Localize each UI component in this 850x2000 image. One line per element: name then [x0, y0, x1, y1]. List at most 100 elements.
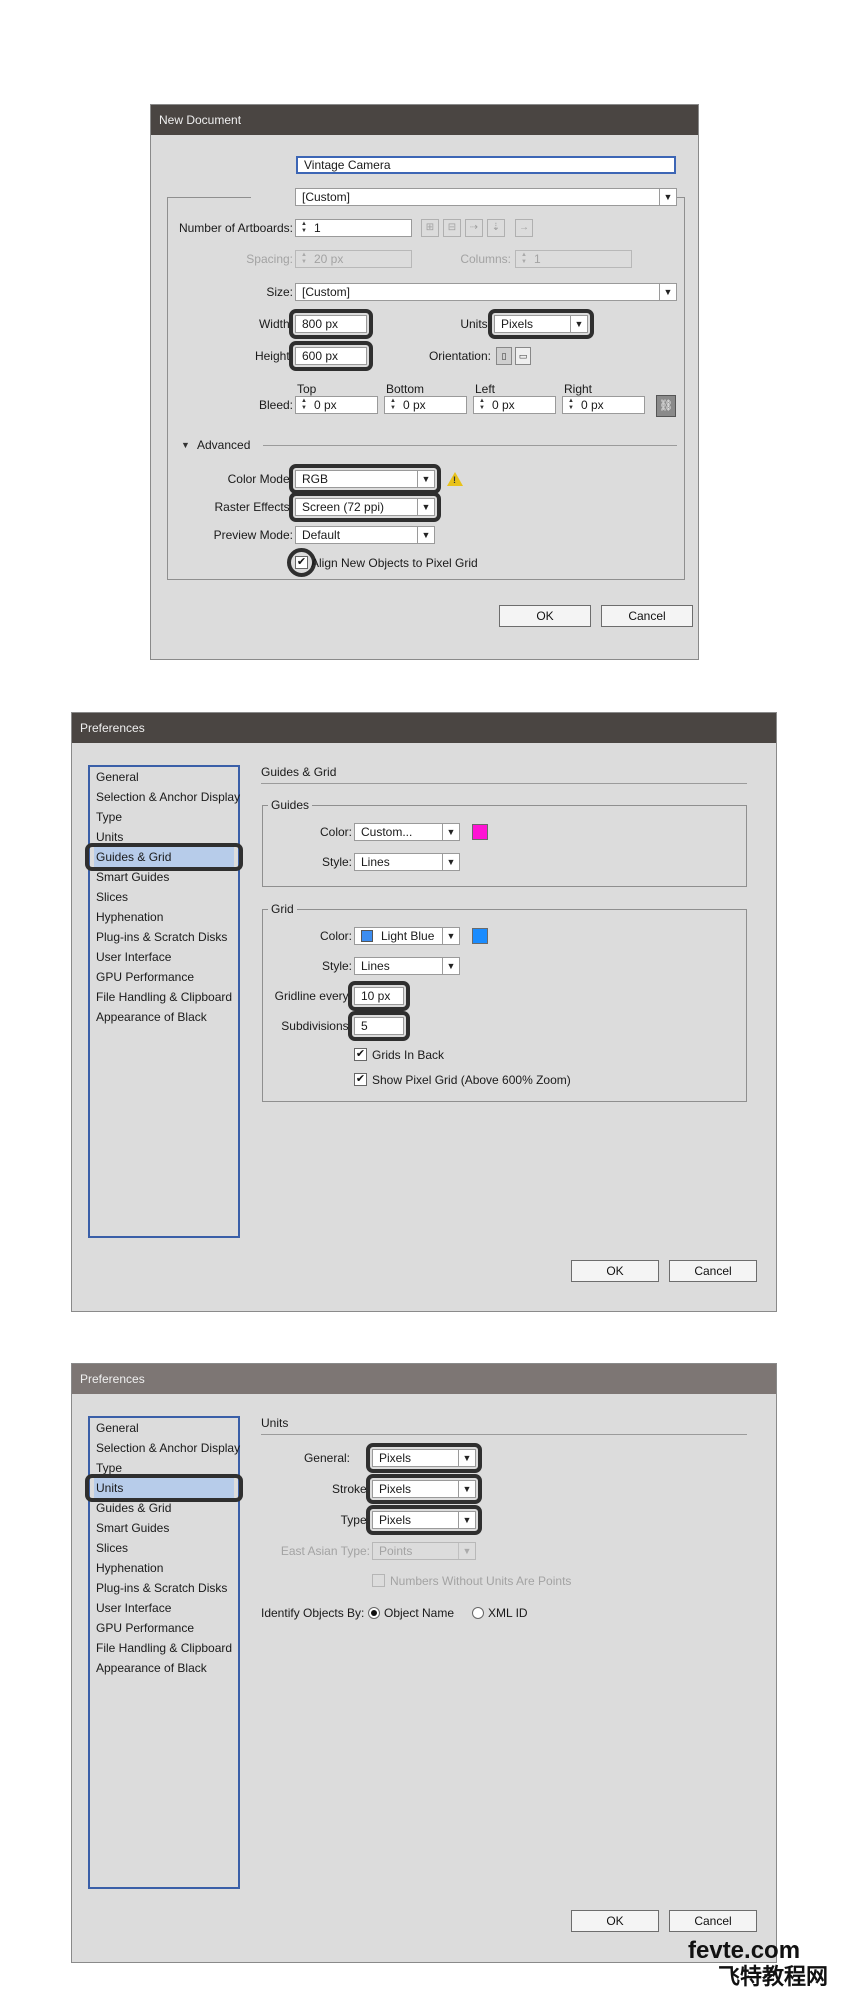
link-icon[interactable]: ⛓: [656, 395, 676, 417]
xml-id-radio[interactable]: [472, 1607, 484, 1619]
watermark-fevte-cn: 飞特教程网: [718, 1964, 829, 1989]
guides-color-swatch[interactable]: [472, 824, 488, 840]
highlight-subdivisions: [348, 1011, 410, 1041]
grids-in-back-checkbox[interactable]: ✔: [354, 1048, 367, 1061]
general-units-label: General:: [303, 1451, 350, 1465]
guides-group: [262, 805, 747, 887]
guides-style-value: Lines: [361, 855, 390, 869]
guides-color-select[interactable]: Custom... ▼: [354, 823, 460, 841]
highlight-gridline: [348, 981, 410, 1011]
bleed-left-value: 0 px: [492, 398, 515, 412]
stepper-icon[interactable]: ▲ ▼: [476, 398, 488, 412]
sidebar-item-gpu[interactable]: GPU Performance: [94, 1618, 234, 1638]
bleed-label: Bleed:: [258, 398, 293, 412]
new-document-dialog: New Document Name: Vintage Camera Profil…: [150, 104, 699, 660]
stepper-icon[interactable]: ▲ ▼: [298, 221, 310, 235]
artboards-label: Number of Artboards:: [178, 221, 293, 235]
bleed-right-input[interactable]: ▲ ▼ 0 px: [562, 396, 645, 414]
preferences-units-dialog: Preferences General Selection & Anchor D…: [71, 1363, 777, 1963]
pixel-grid-label: Show Pixel Grid (Above 600% Zoom): [372, 1073, 571, 1087]
landscape-icon[interactable]: ▭: [515, 347, 531, 365]
grid-by-column-icon: ⊟: [443, 219, 461, 237]
artboards-input[interactable]: ▲ ▼ 1: [295, 219, 412, 237]
east-asian-type-select[interactable]: Points ▼: [372, 1542, 476, 1560]
sidebar-item-selection[interactable]: Selection & Anchor Display: [94, 1438, 240, 1458]
sidebar-item-appearance-black[interactable]: Appearance of Black: [94, 1007, 234, 1027]
columns-input[interactable]: ▲ ▼ 1: [515, 250, 632, 268]
sidebar-item-slices[interactable]: Slices: [94, 887, 234, 907]
light-blue-swatch-icon: [361, 930, 373, 942]
pixel-grid-checkbox[interactable]: ✔: [354, 1073, 367, 1086]
dialog-title: Preferences: [72, 1364, 776, 1394]
object-name-radio[interactable]: [368, 1607, 380, 1619]
size-select[interactable]: [Custom] ▼: [295, 283, 677, 301]
highlight-units: [488, 309, 594, 339]
guides-style-select[interactable]: Lines ▼: [354, 853, 460, 871]
grid-color-value: Light Blue: [381, 929, 435, 943]
highlight-general-units: [366, 1443, 482, 1473]
columns-label: Columns:: [460, 252, 511, 266]
cancel-button[interactable]: Cancel: [601, 605, 693, 627]
sidebar-item-hyphenation[interactable]: Hyphenation: [94, 907, 234, 927]
sidebar-item-file-handling[interactable]: File Handling & Clipboard: [94, 987, 234, 1007]
ok-button[interactable]: OK: [571, 1260, 659, 1282]
cancel-button[interactable]: Cancel: [669, 1260, 757, 1282]
sidebar-item-general[interactable]: General: [94, 1418, 234, 1438]
right-to-left-icon: →: [515, 219, 533, 237]
sidebar-item-user-interface[interactable]: User Interface: [94, 947, 234, 967]
preview-mode-select[interactable]: Default ▼: [295, 526, 435, 544]
chevron-down-icon: ▼: [659, 284, 676, 300]
ok-button[interactable]: OK: [571, 1910, 659, 1932]
guides-color-value: Custom...: [361, 825, 413, 839]
grid-style-select[interactable]: Lines ▼: [354, 957, 460, 975]
bleed-bottom-input[interactable]: ▲ ▼ 0 px: [384, 396, 467, 414]
sidebar-item-appearance-black[interactable]: Appearance of Black: [94, 1658, 234, 1678]
portrait-icon[interactable]: ▯: [496, 347, 512, 365]
stroke-units-label: Stroke:: [331, 1482, 370, 1496]
sidebar-item-plugins[interactable]: Plug-ins & Scratch Disks: [94, 927, 234, 947]
sidebar-item-gpu[interactable]: GPU Performance: [94, 967, 234, 987]
spacing-input[interactable]: ▲ ▼ 20 px: [295, 250, 412, 268]
section-title: Guides & Grid: [261, 765, 337, 779]
guides-color-label: Color:: [319, 825, 352, 839]
chevron-down-icon: ▼: [442, 824, 459, 840]
highlight-type-units: [366, 1505, 482, 1535]
sidebar-item-hyphenation[interactable]: Hyphenation: [94, 1558, 234, 1578]
dialog-title: Preferences: [72, 713, 776, 743]
bleed-left-input[interactable]: ▲ ▼ 0 px: [473, 396, 556, 414]
name-input[interactable]: Vintage Camera: [296, 156, 676, 174]
grid-color-swatch[interactable]: [472, 928, 488, 944]
disclosure-triangle-icon[interactable]: ▼: [181, 439, 190, 451]
sidebar-item-slices[interactable]: Slices: [94, 1538, 234, 1558]
ok-button[interactable]: OK: [499, 605, 591, 627]
sidebar-item-type[interactable]: Type: [94, 807, 234, 827]
sidebar-item-general[interactable]: General: [94, 767, 234, 787]
profile-select[interactable]: [Custom] ▼: [295, 188, 677, 206]
advanced-divider: [263, 445, 677, 446]
bleed-right-value: 0 px: [581, 398, 604, 412]
size-label: Size:: [266, 285, 293, 299]
numbers-without-units-checkbox[interactable]: [372, 1574, 385, 1587]
grid-color-select[interactable]: Light Blue ▼: [354, 927, 460, 945]
type-units-label: Type:: [340, 1513, 370, 1527]
spacing-value: 20 px: [314, 252, 344, 266]
sidebar-item-smart-guides[interactable]: Smart Guides: [94, 1518, 234, 1538]
bleed-top-input[interactable]: ▲ ▼ 0 px: [295, 396, 378, 414]
profile-value: [Custom]: [302, 190, 351, 204]
grid-by-row-icon: ⊞: [421, 219, 439, 237]
chevron-down-icon: ▼: [442, 854, 459, 870]
stepper-icon[interactable]: ▲ ▼: [298, 398, 310, 412]
highlight-units-item: [85, 1474, 243, 1502]
chevron-down-icon: ▼: [458, 1543, 475, 1559]
stepper-icon[interactable]: ▲ ▼: [565, 398, 577, 412]
advanced-label[interactable]: Advanced: [197, 436, 250, 454]
east-asian-type-value: Points: [379, 1544, 413, 1558]
chevron-down-icon: ▼: [659, 189, 676, 205]
sidebar-item-selection[interactable]: Selection & Anchor Display: [94, 787, 240, 807]
sidebar-item-user-interface[interactable]: User Interface: [94, 1598, 234, 1618]
stepper-icon[interactable]: ▲ ▼: [387, 398, 399, 412]
bleed-top-value: 0 px: [314, 398, 337, 412]
cancel-button[interactable]: Cancel: [669, 1910, 757, 1932]
sidebar-item-plugins[interactable]: Plug-ins & Scratch Disks: [94, 1578, 234, 1598]
sidebar-item-file-handling[interactable]: File Handling & Clipboard: [94, 1638, 234, 1658]
